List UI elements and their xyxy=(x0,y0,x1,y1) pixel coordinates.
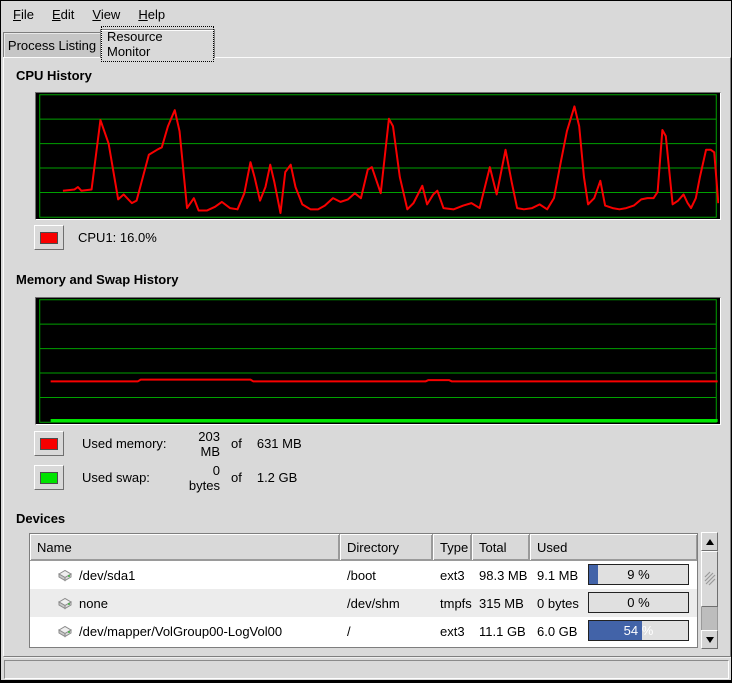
devices-table-header: Name Directory Type Total Used xyxy=(30,534,697,561)
device-total-cell: 11.1 GB xyxy=(472,617,530,645)
memory-legend-label: Used memory: xyxy=(82,436,179,451)
menu-edit[interactable]: Edit xyxy=(43,2,83,27)
tab-process-listing[interactable]: Process Listing xyxy=(3,32,101,58)
tab-process-listing-label: Process Listing xyxy=(8,38,96,53)
disk-drive-icon xyxy=(56,597,73,610)
cpu-color-button[interactable] xyxy=(34,225,64,250)
statusbar xyxy=(4,660,729,679)
tab-resource-monitor-label: Resource Monitor xyxy=(101,26,214,62)
thumb-grip-icon xyxy=(704,571,716,587)
memory-color-swatch xyxy=(40,438,58,450)
usage-percent-label: 9 % xyxy=(589,565,688,584)
usage-progress-bar: 9 % xyxy=(588,564,689,585)
device-type-cell: ext3 xyxy=(433,617,472,645)
device-type-cell: ext3 xyxy=(433,561,472,589)
device-directory-cell: /boot xyxy=(340,561,433,589)
memory-history-title: Memory and Swap History xyxy=(16,272,179,287)
disk-drive-icon xyxy=(56,625,73,638)
cpu-history-graph xyxy=(35,92,721,220)
swap-color-button[interactable] xyxy=(34,465,64,490)
device-used-cell: 0 bytes0 % xyxy=(530,589,697,617)
cpu-color-swatch xyxy=(40,232,58,244)
usage-progress-bar: 0 % xyxy=(588,592,689,613)
column-header-used[interactable]: Used xyxy=(530,534,697,561)
cpu-legend-label: CPU1: 16.0% xyxy=(78,225,157,250)
swap-of-text: of xyxy=(231,470,242,485)
devices-title: Devices xyxy=(16,511,65,526)
device-name-cell: /dev/sda1 xyxy=(30,561,340,589)
scroll-down-icon xyxy=(706,637,714,643)
menu-file[interactable]: File xyxy=(4,2,43,27)
device-name: none xyxy=(79,596,108,611)
device-directory-cell: /dev/shm xyxy=(340,589,433,617)
memory-swap-plot xyxy=(37,299,719,423)
memory-swap-graph xyxy=(35,297,721,425)
swap-legend: Used swap: 0 bytes of 1.2 GB xyxy=(82,465,297,490)
device-name-cell: /dev/mapper/VolGroup00-LogVol00 xyxy=(30,617,340,645)
devices-table-body: /dev/sda1/bootext398.3 MB9.1 MB9 %none/d… xyxy=(30,561,697,645)
swap-total-value: 1.2 GB xyxy=(257,470,297,485)
device-directory-cell: / xyxy=(340,617,433,645)
usage-percent-label: 54 % xyxy=(589,621,688,640)
device-row-1[interactable]: none/dev/shmtmpfs315 MB0 bytes0 % xyxy=(30,589,697,617)
scrollbar-up-button[interactable] xyxy=(701,532,718,551)
device-used-cell: 9.1 MB9 % xyxy=(530,561,697,589)
swap-color-swatch xyxy=(40,472,58,484)
cpu-history-plot xyxy=(37,94,719,218)
device-total-cell: 315 MB xyxy=(472,589,530,617)
usage-percent-label: 0 % xyxy=(589,593,688,612)
column-header-type[interactable]: Type xyxy=(433,534,472,561)
swap-legend-label: Used swap: xyxy=(82,470,179,485)
scroll-up-icon xyxy=(706,539,714,545)
menubar: File Edit View Help xyxy=(2,1,730,28)
usage-progress-bar: 54 % xyxy=(588,620,689,641)
devices-scrollbar[interactable] xyxy=(701,532,718,649)
devices-table: Name Directory Type Total Used /dev/sda1… xyxy=(29,533,698,648)
device-used-cell: 6.0 GB54 % xyxy=(530,617,697,645)
system-monitor-window: File Edit View Help Process Listing Reso… xyxy=(0,0,732,683)
device-name: /dev/mapper/VolGroup00-LogVol00 xyxy=(79,624,282,639)
column-header-directory[interactable]: Directory xyxy=(340,534,433,561)
scrollbar-trough[interactable] xyxy=(701,607,718,630)
memory-legend: Used memory: 203 MB of 631 MB xyxy=(82,431,302,456)
menu-view[interactable]: View xyxy=(83,2,129,27)
series-cpu1 xyxy=(63,106,718,213)
column-header-total[interactable]: Total xyxy=(472,534,530,561)
memory-of-text: of xyxy=(231,436,242,451)
device-type-cell: tmpfs xyxy=(433,589,472,617)
memory-used-value: 203 MB xyxy=(179,429,220,459)
cpu-history-title: CPU History xyxy=(16,68,92,83)
device-row-0[interactable]: /dev/sda1/bootext398.3 MB9.1 MB9 % xyxy=(30,561,697,589)
swap-used-value: 0 bytes xyxy=(179,463,220,493)
device-total-cell: 98.3 MB xyxy=(472,561,530,589)
device-row-2[interactable]: /dev/mapper/VolGroup00-LogVol00 /ext311.1… xyxy=(30,617,697,645)
menu-help[interactable]: Help xyxy=(129,2,174,27)
series-used-memory xyxy=(51,380,718,382)
memory-color-button[interactable] xyxy=(34,431,64,456)
tab-resource-monitor[interactable]: Resource Monitor xyxy=(100,29,215,58)
device-name-cell: none xyxy=(30,589,340,617)
device-name: /dev/sda1 xyxy=(79,568,135,583)
disk-drive-icon xyxy=(56,569,73,582)
scrollbar-thumb[interactable] xyxy=(701,551,718,607)
memory-total-value: 631 MB xyxy=(257,436,302,451)
column-header-name[interactable]: Name xyxy=(30,534,340,561)
scrollbar-down-button[interactable] xyxy=(701,630,718,649)
